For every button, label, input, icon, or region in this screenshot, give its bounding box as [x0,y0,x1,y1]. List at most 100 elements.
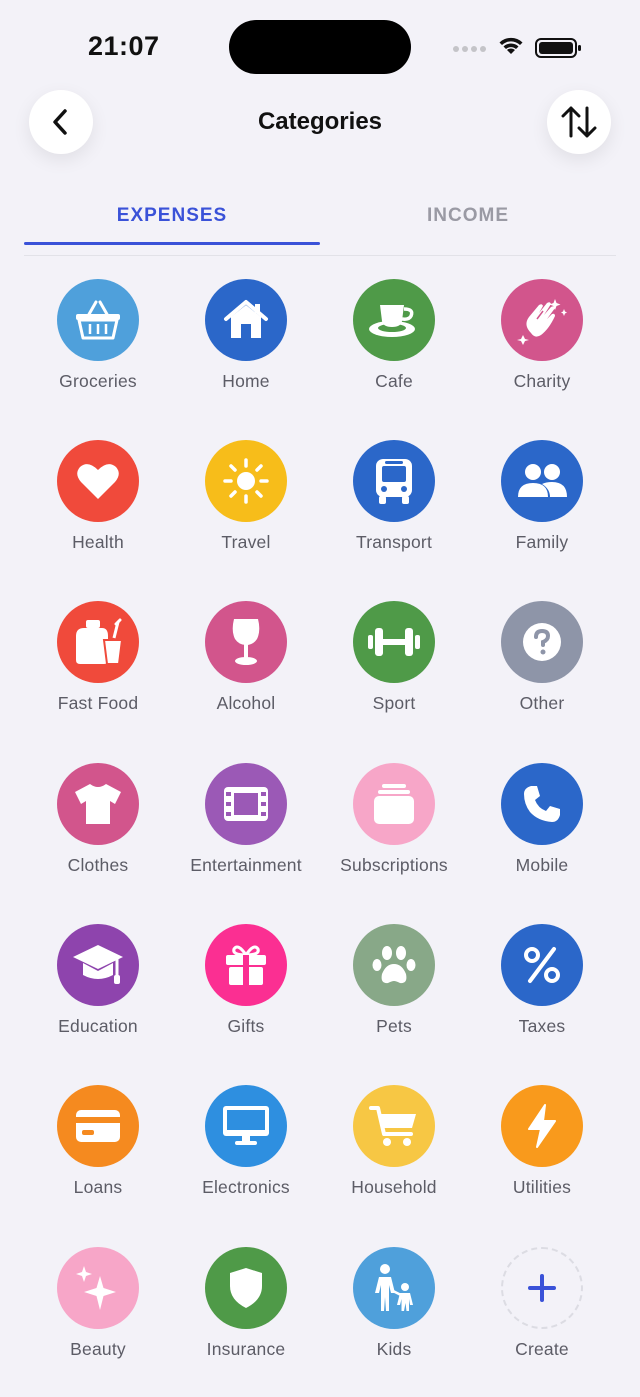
stack-icon [374,784,414,824]
status-time: 21:07 [88,31,160,61]
category-icon-circle [57,440,139,522]
category-sport[interactable]: Sport [320,601,468,751]
category-icon-circle [57,279,139,361]
category-travel[interactable]: Travel [172,440,320,590]
wine-glass-icon [232,619,260,665]
parent-child-icon [375,1264,413,1311]
cart-icon [369,1106,416,1146]
coffee-cup-icon [369,305,415,337]
category-label: Utilities [512,1177,572,1197]
category-label: Gifts [227,1016,265,1036]
sort-button[interactable] [547,90,611,154]
category-cafe[interactable]: Cafe [320,279,468,429]
category-label: Household [351,1177,437,1197]
category-loans[interactable]: Loans [24,1085,172,1235]
category-label: Taxes [518,1016,566,1036]
category-alcohol[interactable]: Alcohol [172,601,320,751]
category-label: Kids [376,1339,412,1359]
film-icon [224,787,268,821]
heart-icon [77,464,119,499]
category-icon-circle [57,1085,139,1167]
create-category-button[interactable]: Create [468,1247,616,1397]
arrows-up-down-icon [561,106,597,138]
category-label: Clothes [67,855,129,875]
category-icon-circle [57,601,139,683]
category-label: Electronics [202,1177,290,1197]
category-fast-food[interactable]: Fast Food [24,601,172,751]
category-electronics[interactable]: Electronics [172,1085,320,1235]
category-subscriptions[interactable]: Subscriptions [320,763,468,913]
category-label: Health [72,532,124,552]
category-label: Mobile [515,855,569,875]
tab-income[interactable]: INCOME [320,188,616,244]
category-label: Charity [513,371,571,391]
category-mobile[interactable]: Mobile [468,763,616,913]
phone-icon [524,786,560,822]
category-icon-circle [57,763,139,845]
category-utilities[interactable]: Utilities [468,1085,616,1235]
wifi-icon [499,37,523,54]
category-icon-circle [353,1085,435,1167]
category-icon-circle [353,924,435,1006]
category-kids[interactable]: Kids [320,1247,468,1397]
category-icon-circle [205,924,287,1006]
category-label: Cafe [375,371,413,391]
dynamic-island [229,20,411,74]
tab-selected-indicator [24,242,320,245]
tshirt-icon [75,784,121,824]
credit-card-icon [76,1110,120,1142]
category-home[interactable]: Home [172,279,320,429]
category-label: Other [519,693,565,713]
category-label: Family [515,532,569,552]
category-transport[interactable]: Transport [320,440,468,590]
category-label: Education [58,1016,138,1036]
category-insurance[interactable]: Insurance [172,1247,320,1397]
category-icon-circle [353,440,435,522]
paw-icon [372,946,416,984]
category-icon-circle [501,1085,583,1167]
clapping-hands-icon [517,299,567,345]
category-groceries[interactable]: Groceries [24,279,172,429]
category-education[interactable]: Education [24,924,172,1074]
sparkles-icon [76,1266,116,1310]
category-label: Entertainment [190,855,302,875]
category-label: Travel [221,532,271,552]
category-health[interactable]: Health [24,440,172,590]
category-other[interactable]: Other [468,601,616,751]
category-label: Home [222,371,270,391]
sun-icon [223,458,269,504]
monitor-icon [223,1106,269,1145]
category-pets[interactable]: Pets [320,924,468,1074]
percent-icon [524,947,560,983]
category-type-tabs: EXPENSES INCOME [24,188,616,256]
category-icon-circle [501,279,583,361]
category-icon-circle [353,601,435,683]
tab-expenses[interactable]: EXPENSES [24,188,320,244]
category-taxes[interactable]: Taxes [468,924,616,1074]
category-icon-circle [205,440,287,522]
category-label: Pets [376,1016,412,1036]
fast-food-icon [76,618,124,665]
category-beauty[interactable]: Beauty [24,1247,172,1397]
category-icon-circle [501,924,583,1006]
category-label: Subscriptions [340,855,448,875]
category-entertainment[interactable]: Entertainment [172,763,320,913]
category-label: Sport [372,693,416,713]
category-household[interactable]: Household [320,1085,468,1235]
category-icon-circle [205,601,287,683]
category-label: Beauty [70,1339,126,1359]
create-icon-circle [501,1247,583,1329]
category-icon-circle [57,924,139,1006]
people-icon [518,464,567,497]
category-clothes[interactable]: Clothes [24,763,172,913]
graduation-cap-icon [73,945,123,984]
category-icon-circle [57,1247,139,1329]
category-label: Transport [355,532,433,552]
category-family[interactable]: Family [468,440,616,590]
category-charity[interactable]: Charity [468,279,616,429]
category-icon-circle [501,763,583,845]
category-icon-circle [205,1247,287,1329]
category-gifts[interactable]: Gifts [172,924,320,1074]
battery-icon [535,38,581,58]
category-label: Loans [73,1177,123,1197]
